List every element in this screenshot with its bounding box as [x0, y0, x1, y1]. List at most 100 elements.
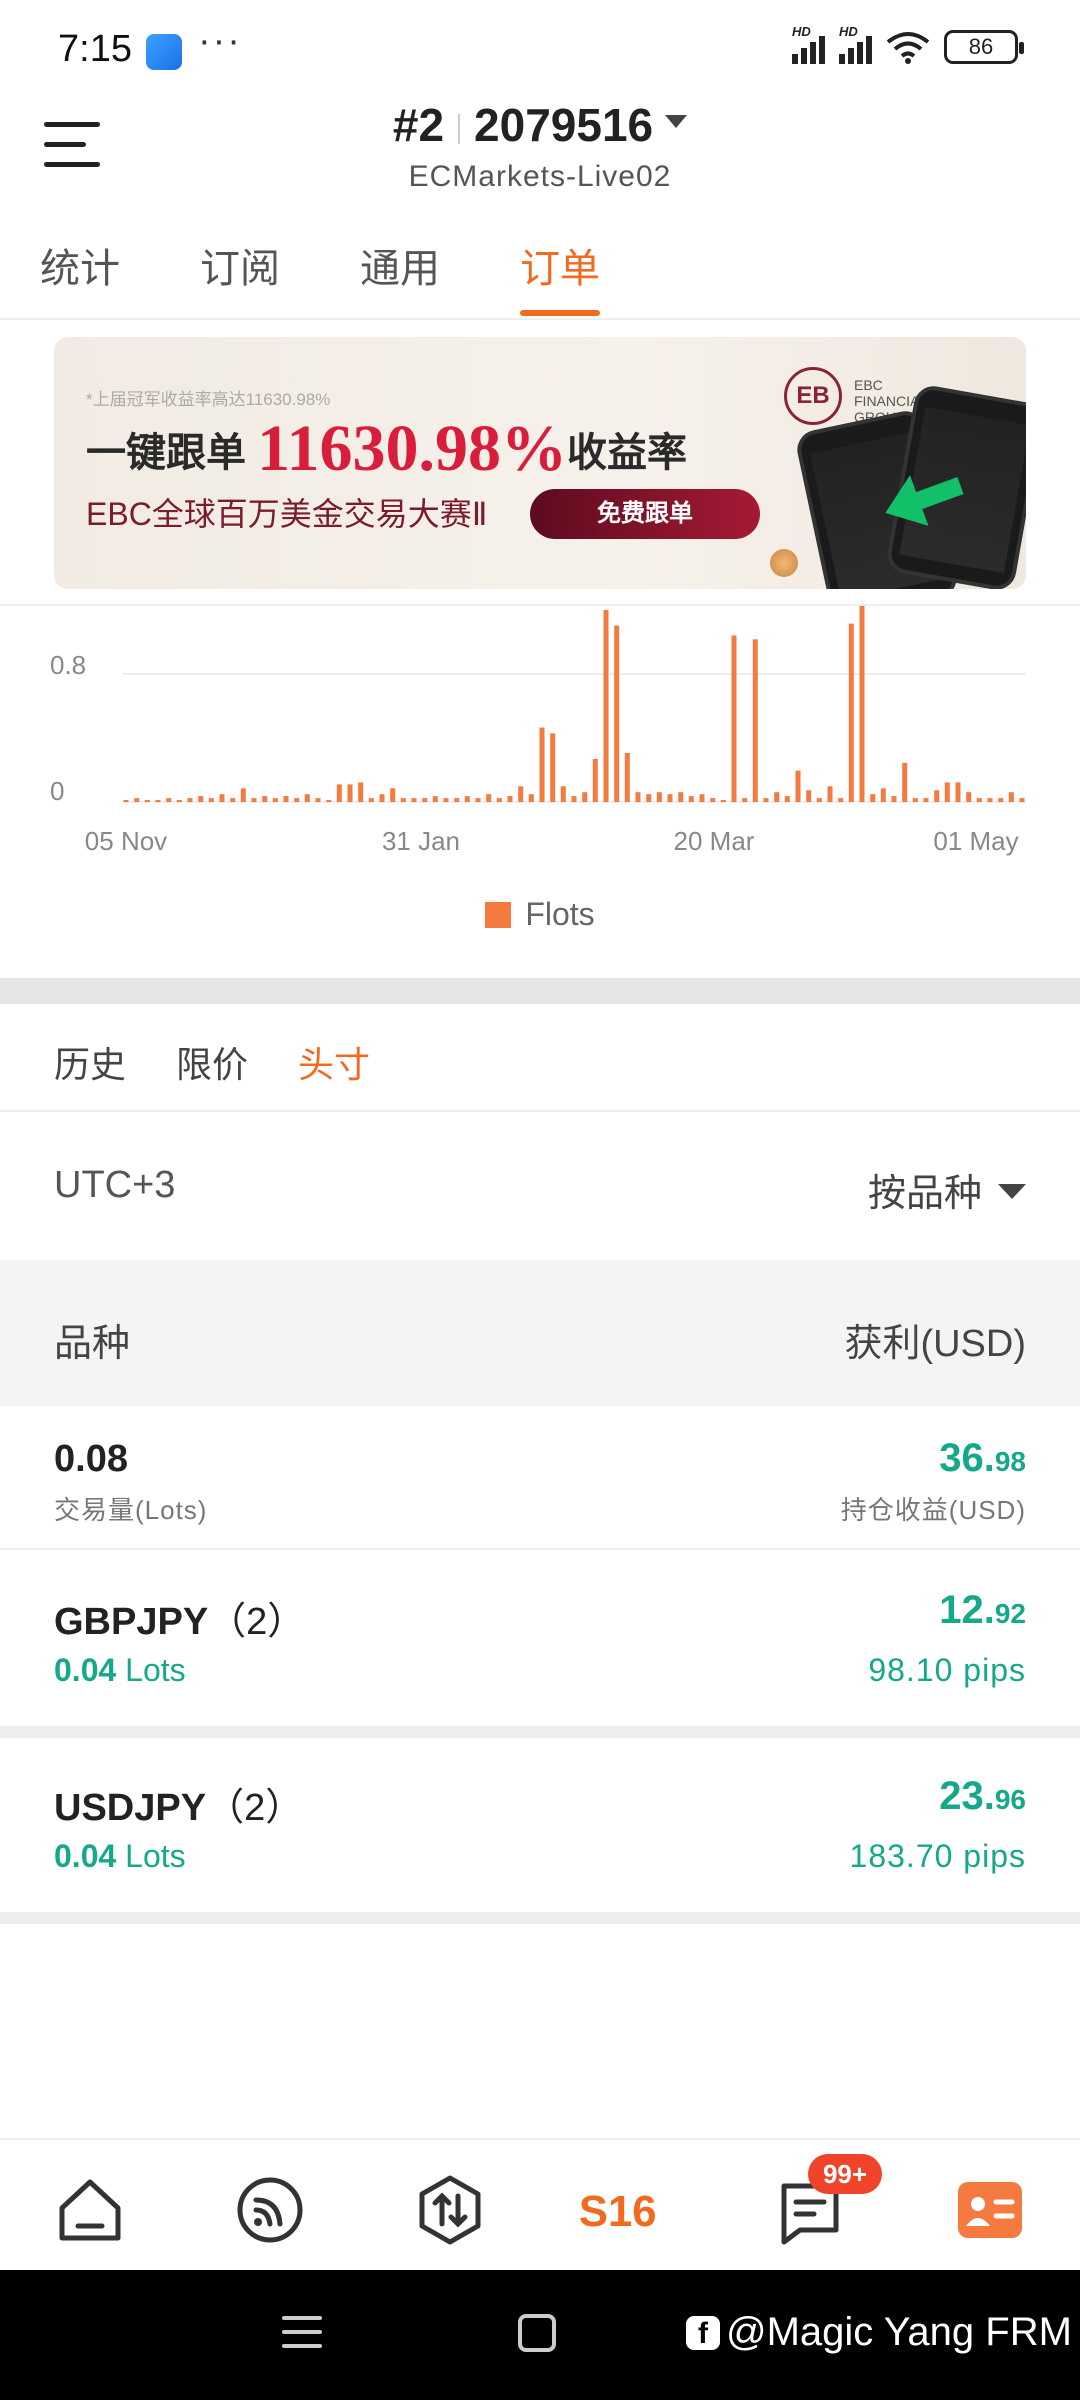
- chart-bar: [432, 796, 438, 802]
- chart-bar: [902, 762, 908, 802]
- account-title[interactable]: #2 2079516: [0, 98, 1080, 152]
- banner-head-suffix: 收益率: [566, 431, 687, 475]
- chart-bar: [667, 794, 673, 802]
- position-symbol: GBPJPY（2）: [54, 1601, 306, 1643]
- position-pips: 183.70 pips: [849, 1838, 1026, 1874]
- chart-bar: [966, 792, 972, 802]
- sort-dropdown[interactable]: 按品种: [868, 1162, 1026, 1217]
- nav-trade-icon[interactable]: [410, 2170, 490, 2250]
- chart-bar: [806, 790, 812, 802]
- chart-bar: [464, 796, 470, 802]
- chart-bar: [176, 800, 182, 802]
- server-name: ECMarkets-Live02: [408, 160, 672, 193]
- position-pnl: 12.92: [939, 1588, 1026, 1632]
- status-bar: 7:15 ··· HD HD 86: [0, 0, 1080, 100]
- promo-banner[interactable]: *上届冠军收益率高达11630.98% 一键跟单 11630.98%收益率 EB…: [54, 337, 1026, 589]
- battery-icon: 86: [944, 30, 1024, 64]
- positions-summary: 0.08 交易量(Lots) 36.98 持仓收益(USD): [0, 1406, 1080, 1550]
- chevron-down-icon: [998, 1184, 1026, 1200]
- chart-bar: [1008, 792, 1014, 802]
- tab-orders[interactable]: 订单: [520, 236, 600, 294]
- chart-bar: [784, 796, 790, 802]
- chart-bar: [731, 635, 737, 802]
- subtab-limit[interactable]: 限价: [176, 1036, 248, 1088]
- chart-bar: [816, 798, 822, 802]
- subtab-positions[interactable]: 头寸: [298, 1036, 370, 1088]
- chart-bar: [976, 798, 982, 802]
- chart-bar: [496, 798, 502, 802]
- chart-bar: [208, 798, 214, 802]
- chart-bar: [251, 798, 257, 802]
- chart-bar: [368, 798, 374, 802]
- chart-bar: [358, 782, 364, 802]
- signal-1-icon: HD: [792, 24, 825, 64]
- subtab-history[interactable]: 历史: [54, 1036, 126, 1088]
- chart-bar: [155, 800, 161, 802]
- chart-bar: [870, 794, 876, 802]
- signal-2-hd-label: HD: [839, 24, 858, 39]
- chart-bar: [827, 786, 833, 802]
- chart-bar: [443, 798, 449, 802]
- nav-s16-icon[interactable]: S16: [576, 2170, 686, 2250]
- section-divider: [0, 978, 1080, 1004]
- position-lots: 0.04 Lots: [54, 1652, 186, 1688]
- ebc-logo-icon: EB: [784, 367, 842, 425]
- chart-bar: [699, 794, 705, 802]
- chart-bar: [912, 798, 918, 802]
- legend-swatch: [485, 902, 512, 928]
- recent-apps-icon[interactable]: [282, 2316, 322, 2352]
- column-symbol: 品种: [54, 1323, 131, 1365]
- tab-subscribe[interactable]: 订阅: [200, 236, 280, 294]
- chart-bar: [838, 798, 844, 802]
- position-row[interactable]: USDJPY（2） 0.04 Lots 23.96 183.70 pips: [0, 1738, 1080, 1910]
- position-pnl: 23.96: [939, 1774, 1026, 1818]
- chart-svg: 0.8 0 05 Nov 31 Jan 20 Mar 01 May: [50, 606, 1026, 856]
- position-row[interactable]: GBPJPY（2） 0.04 Lots 12.92 98.10 pips: [0, 1552, 1080, 1724]
- signal-1-hd-label: HD: [792, 24, 811, 39]
- bottom-nav: S16 99+: [0, 2138, 1080, 2270]
- watermark-text: @Magic Yang FRM: [726, 2310, 1072, 2354]
- chart-bar: [752, 639, 758, 802]
- home-button-icon[interactable]: [518, 2314, 556, 2352]
- tab-stats[interactable]: 统计: [40, 236, 120, 294]
- chart-bar: [550, 733, 556, 802]
- total-pnl: 36.98: [939, 1436, 1026, 1480]
- signal-2-icon: HD: [839, 24, 872, 64]
- status-time: 7:15: [58, 28, 132, 70]
- chart-bar: [592, 758, 598, 802]
- chart-bar: [336, 784, 342, 802]
- chart-bar: [304, 794, 310, 802]
- chart-bar: [560, 786, 566, 802]
- chart-bar: [486, 794, 492, 802]
- chart-bar: [891, 796, 897, 802]
- wifi-icon: [886, 32, 930, 64]
- account-index: #2: [392, 99, 445, 151]
- chart-bar: [720, 800, 726, 802]
- nav-signals-icon[interactable]: [230, 2170, 310, 2250]
- y-tick-label: 0.8: [50, 650, 86, 680]
- chart-bar: [134, 798, 140, 802]
- chart-bar: [528, 794, 534, 802]
- position-pips: 98.10 pips: [868, 1652, 1026, 1688]
- chart-bar: [944, 782, 950, 802]
- sort-label: 按品种: [867, 1173, 982, 1215]
- nav-profile-icon[interactable]: [950, 2170, 1030, 2250]
- chevron-down-icon[interactable]: [665, 115, 688, 129]
- bar-series: [123, 606, 1025, 802]
- chart-bar: [795, 770, 801, 802]
- timezone-label[interactable]: UTC+3: [54, 1164, 175, 1207]
- flots-chart: 0.8 0 05 Nov 31 Jan 20 Mar 01 May Flots: [0, 604, 1080, 974]
- account-switcher[interactable]: #2 2079516 ECMarkets-Live02: [0, 98, 1080, 194]
- chart-bar: [230, 798, 236, 802]
- row-divider: [0, 1726, 1080, 1738]
- chart-legend[interactable]: Flots: [0, 896, 1080, 933]
- tab-general[interactable]: 通用: [360, 236, 440, 294]
- nav-home-icon[interactable]: [50, 2170, 130, 2250]
- chart-bar: [678, 792, 684, 802]
- chart-bar: [934, 790, 940, 802]
- coin-icon: [770, 549, 798, 577]
- banner-copy-trade-button[interactable]: 免费跟单: [530, 489, 760, 539]
- chart-bar: [635, 792, 641, 802]
- row-divider: [0, 1912, 1080, 1924]
- chart-bar: [347, 784, 353, 802]
